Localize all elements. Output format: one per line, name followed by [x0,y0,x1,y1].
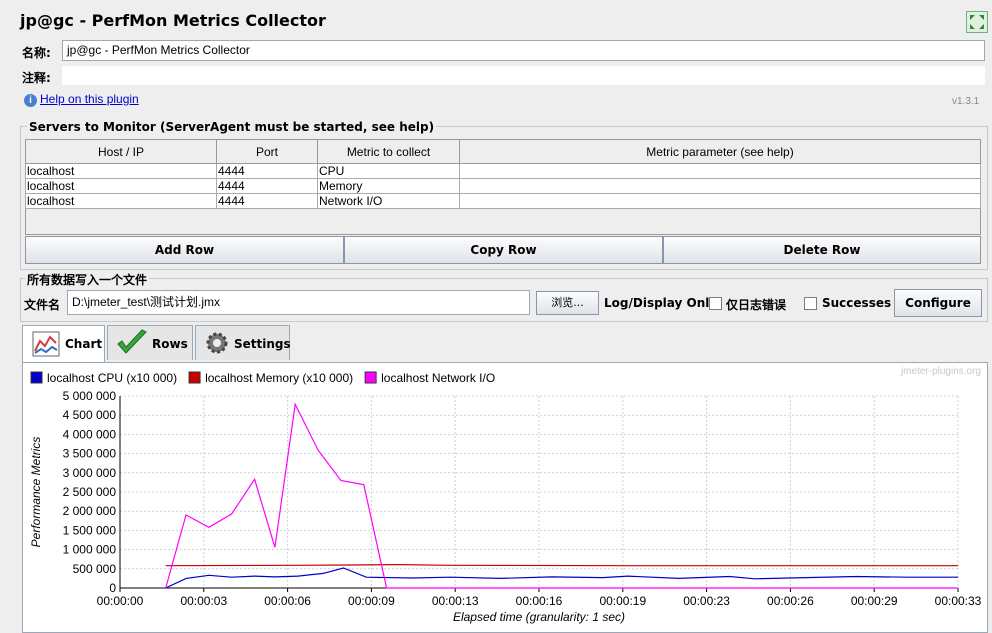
chart-svg: jmeter-plugins.org localhost CPU (x10 000… [29,366,982,624]
x-tick-label: 00:00:03 [180,594,227,608]
column-parameter[interactable]: Metric parameter (see help) [459,139,981,164]
legend-label: localhost Memory (x10 000) [205,371,353,385]
version-label: v1.3.1 [952,96,980,107]
window-title: jp@gc - PerfMon Metrics Collector [20,11,326,30]
x-tick-label: 00:00:19 [599,594,646,608]
successes-label: Successes [822,296,892,310]
tab-settings-label: Settings [234,337,291,351]
x-tick-label: 00:00:09 [348,594,395,608]
x-tick-label: 00:00:13 [432,594,479,608]
x-tick-label: 00:00:26 [767,594,814,608]
expand-icon[interactable] [966,11,988,33]
x-tick-label: 00:00:33 [935,594,982,608]
y-tick-label: 4 500 000 [63,408,117,422]
x-tick-label: 00:00:00 [97,594,144,608]
y-tick-label: 3 500 000 [63,447,117,461]
y-tick-label: 5 000 000 [63,389,117,403]
cell-parameter[interactable] [459,193,981,209]
info-icon: i [24,94,37,107]
x-tick-label: 00:00:16 [516,594,563,608]
table-row[interactable]: localhost 4444 Network I/O [25,193,981,209]
x-tick-label: 00:00:29 [851,594,898,608]
y-tick-label: 4 000 000 [63,427,117,441]
comment-field[interactable] [62,66,985,85]
table-row[interactable]: localhost 4444 Memory [25,178,981,194]
cell-port[interactable]: 4444 [216,178,318,194]
cell-metric[interactable]: Memory [317,178,460,194]
cell-parameter[interactable] [459,178,981,194]
legend-label: localhost Network I/O [381,371,495,385]
tab-rows[interactable]: Rows [107,325,193,360]
checkmark-icon [116,329,148,360]
y-tick-label: 2 500 000 [63,485,117,499]
y-tick-label: 1 000 000 [63,543,117,557]
servers-table: Host / IP Port Metric to collect Metric … [25,139,981,209]
x-axis-label: Elapsed time (granularity: 1 sec) [453,610,625,624]
filename-label: 文件名 [24,298,61,312]
legend-swatch [188,371,201,384]
series-line-0 [165,567,958,589]
configure-button[interactable]: Configure [894,289,982,317]
column-port[interactable]: Port [216,139,318,164]
legend-label: localhost CPU (x10 000) [47,371,177,385]
tab-rows-label: Rows [152,337,188,351]
gear-icon [205,331,229,358]
comment-label: 注释: [22,71,51,85]
name-field[interactable]: jp@gc - PerfMon Metrics Collector [62,40,985,61]
column-metric[interactable]: Metric to collect [317,139,460,164]
cell-metric[interactable]: CPU [317,163,460,179]
browse-button[interactable]: 浏览... [536,291,599,315]
chart-watermark: jmeter-plugins.org [900,366,981,377]
series-line-1 [165,563,958,567]
y-tick-label: 3 000 000 [63,466,117,480]
chart-icon [32,331,60,360]
errors-checkbox[interactable] [709,297,722,310]
add-row-button[interactable]: Add Row [25,236,344,264]
cell-parameter[interactable] [459,163,981,179]
file-group-title: 所有数据写入一个文件 [25,271,150,288]
cell-host[interactable]: localhost [25,163,217,179]
cell-host[interactable]: localhost [25,193,217,209]
cell-metric[interactable]: Network I/O [317,193,460,209]
successes-checkbox[interactable] [804,297,817,310]
series-line-2 [165,402,958,589]
y-tick-label: 0 [109,581,116,595]
x-tick-label: 00:00:06 [264,594,311,608]
tab-settings[interactable]: Settings [195,325,291,360]
filename-field[interactable]: D:\jmeter_test\测试计划.jmx [67,290,530,315]
column-host[interactable]: Host / IP [25,139,217,164]
delete-row-button[interactable]: Delete Row [663,236,981,264]
tab-chart[interactable]: Chart [22,325,105,363]
table-row[interactable]: localhost 4444 CPU [25,163,981,179]
cell-port[interactable]: 4444 [216,163,318,179]
name-label: 名称: [22,46,51,60]
legend-swatch [30,371,43,384]
servers-group-title: Servers to Monitor (ServerAgent must be … [27,120,437,134]
y-tick-label: 2 000 000 [63,504,117,518]
x-tick-label: 00:00:23 [683,594,730,608]
copy-row-button[interactable]: Copy Row [344,236,663,264]
y-axis-label: Performance Metrics [29,437,43,548]
log-display-label: Log/Display Only: [604,296,722,310]
cell-host[interactable]: localhost [25,178,217,194]
help-link[interactable]: Help on this plugin [40,92,139,106]
errors-label: 仅日志错误 [726,298,787,312]
cell-port[interactable]: 4444 [216,193,318,209]
chart-panel: jmeter-plugins.org localhost CPU (x10 000… [22,362,988,633]
y-tick-label: 500 000 [73,562,117,576]
y-tick-label: 1 500 000 [63,523,117,537]
legend-swatch [364,371,377,384]
tab-chart-label: Chart [65,337,103,351]
